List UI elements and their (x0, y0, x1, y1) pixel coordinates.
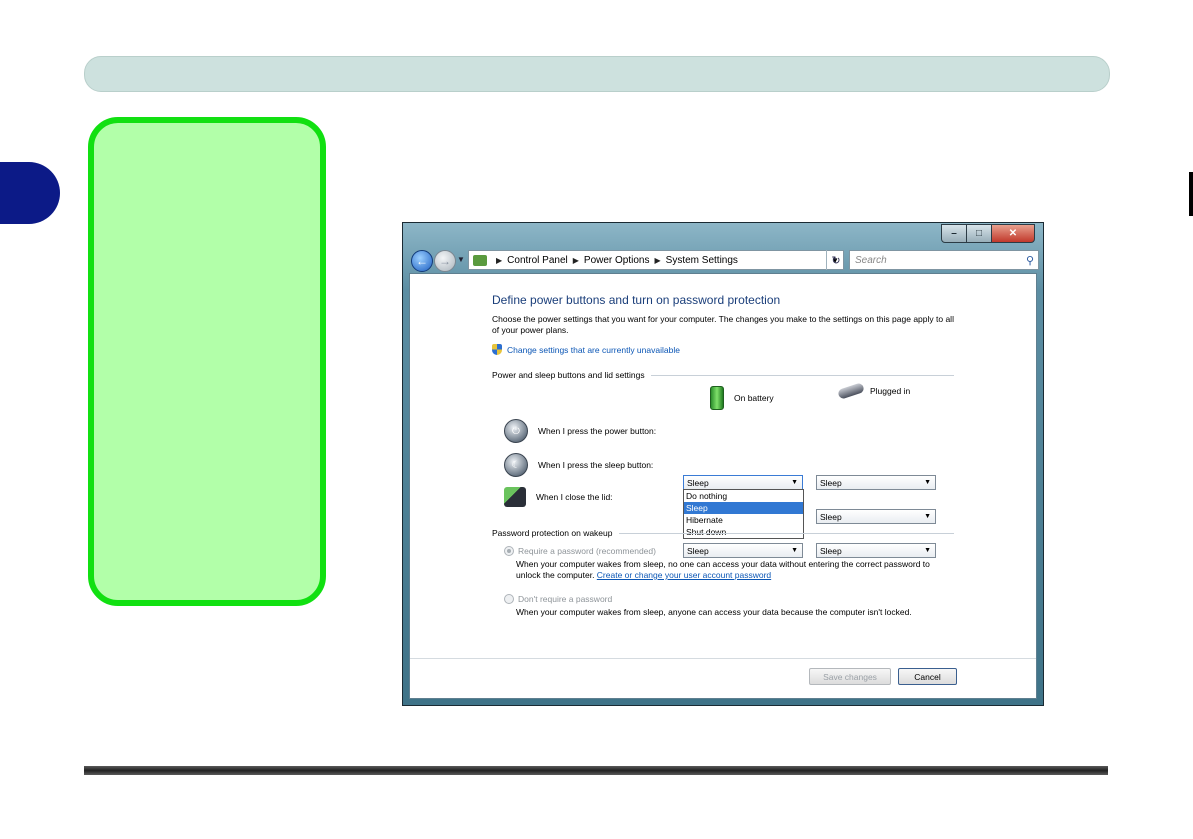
page-title: Define power buttons and turn on passwor… (492, 293, 781, 307)
breadcrumb-power-options[interactable]: Power Options (584, 255, 650, 266)
header-band (84, 56, 1110, 92)
breadcrumb-system-settings[interactable]: System Settings (666, 255, 738, 266)
chevron-down-icon: ▼ (924, 513, 931, 520)
password-section-title: Password protection on wakeup (492, 528, 613, 538)
on-battery-label: On battery (734, 393, 774, 403)
plugged-in-header: Plugged in (837, 382, 911, 400)
close-icon: ✕ (1008, 228, 1018, 239)
power-section-title: Power and sleep buttons and lid settings (492, 370, 645, 380)
recent-pages-dropdown[interactable]: ▼ (457, 255, 465, 264)
power-section-header: Power and sleep buttons and lid settings (492, 370, 954, 380)
search-icon[interactable]: ⚲ (1026, 254, 1034, 267)
radio-selected-dot (507, 549, 511, 553)
password-section-header: Password protection on wakeup (492, 528, 954, 538)
window-controls: – □ ✕ (941, 224, 1035, 243)
footer-divider (410, 658, 1036, 659)
change-settings-row[interactable]: Change settings that are currently unava… (492, 344, 680, 355)
moon-icon: ☾ (504, 453, 528, 477)
close-lid-battery-select[interactable]: Sleep ▼ (683, 543, 803, 558)
breadcrumb-separator-icon: ▶ (496, 255, 503, 265)
laptop-lid-icon (504, 487, 526, 507)
dont-require-password-option[interactable]: Don't require a password (504, 594, 612, 604)
content-pane: Define power buttons and turn on passwor… (409, 273, 1037, 699)
dont-require-password-radio[interactable] (504, 594, 514, 604)
refresh-icon: ↻ (831, 254, 841, 267)
breadcrumb-separator-icon: ▶ (654, 255, 661, 265)
chevron-down-icon: ▼ (791, 479, 798, 486)
power-button-label: When I press the power button: (538, 426, 657, 436)
address-bar[interactable]: ▶ Control Panel ▶ Power Options ▶ System… (468, 250, 844, 270)
user-account-password-link[interactable]: Create or change your user account passw… (597, 570, 771, 580)
chevron-down-icon: ▼ (924, 547, 931, 554)
search-placeholder: Search (855, 254, 887, 266)
power-button-row: ⏻ When I press the power button: (504, 419, 656, 443)
footer-rule (84, 766, 1108, 775)
plugged-in-label: Plugged in (870, 386, 911, 396)
uac-shield-icon (492, 344, 502, 355)
on-battery-header: On battery (710, 386, 774, 410)
battery-icon (710, 386, 724, 410)
require-password-description: When your computer wakes from sleep, no … (516, 559, 956, 581)
chapter-tab (0, 162, 60, 224)
minimize-icon: – (951, 228, 957, 239)
select-value: Sleep (820, 477, 842, 488)
maximize-icon: □ (975, 228, 983, 239)
back-arrow-icon: ← (416, 254, 428, 268)
select-value: Sleep (687, 545, 709, 556)
sleep-button-label: When I press the sleep button: (538, 460, 654, 470)
power-button-battery-select[interactable]: Sleep ▼ (683, 475, 803, 490)
close-lid-plugged-select[interactable]: Sleep ▼ (816, 543, 936, 558)
minimize-button[interactable]: – (941, 224, 967, 243)
chevron-down-icon: ▼ (924, 479, 931, 486)
select-value: Sleep (687, 477, 709, 488)
search-input[interactable]: Search ⚲ (849, 250, 1039, 270)
power-plug-icon (837, 382, 865, 400)
page-description: Choose the power settings that you want … (492, 314, 954, 335)
margin-mark (1189, 172, 1193, 216)
forward-button[interactable]: → (434, 250, 456, 272)
power-button-plugged-select[interactable]: Sleep ▼ (816, 475, 936, 490)
cancel-button[interactable]: Cancel (898, 668, 957, 685)
sleep-button-row: ☾ When I press the sleep button: (504, 453, 653, 477)
back-button[interactable]: ← (411, 250, 433, 272)
select-value: Sleep (820, 511, 842, 522)
breadcrumb-control-panel[interactable]: Control Panel (507, 255, 568, 266)
power-icon: ⏻ (504, 419, 528, 443)
dont-require-password-description: When your computer wakes from sleep, any… (516, 607, 912, 617)
change-settings-link[interactable]: Change settings that are currently unava… (507, 345, 680, 355)
system-settings-window: – □ ✕ ← → ▼ ▶ Control Panel ▶ Power Opti… (402, 222, 1044, 706)
chevron-down-icon: ▼ (791, 547, 798, 554)
control-panel-icon (473, 254, 487, 266)
save-changes-button[interactable]: Save changes (809, 668, 891, 685)
breadcrumb-separator-icon: ▶ (572, 255, 579, 265)
sleep-button-plugged-select[interactable]: Sleep ▼ (816, 509, 936, 524)
note-box (88, 117, 326, 606)
select-value: Sleep (820, 545, 842, 556)
close-button[interactable]: ✕ (991, 224, 1035, 243)
maximize-button[interactable]: □ (966, 224, 992, 243)
navigation-bar: ← → ▼ ▶ Control Panel ▶ Power Options ▶ … (409, 247, 1039, 273)
require-password-radio[interactable] (504, 546, 514, 556)
dont-require-password-label: Don't require a password (518, 594, 613, 604)
option-sleep[interactable]: Sleep (684, 502, 803, 514)
refresh-button[interactable]: ↻ (826, 250, 845, 270)
option-hibernate[interactable]: Hibernate (684, 514, 803, 526)
section-divider (618, 532, 954, 534)
require-password-label: Require a password (recommended) (518, 546, 656, 556)
close-lid-label: When I close the lid: (536, 492, 613, 502)
chevron-down-icon: ▼ (457, 255, 465, 264)
close-lid-row: When I close the lid: (504, 487, 613, 507)
option-do-nothing[interactable]: Do nothing (684, 490, 803, 502)
forward-arrow-icon: → (439, 254, 451, 268)
section-divider (650, 374, 954, 376)
require-password-option[interactable]: Require a password (recommended) (504, 546, 656, 556)
